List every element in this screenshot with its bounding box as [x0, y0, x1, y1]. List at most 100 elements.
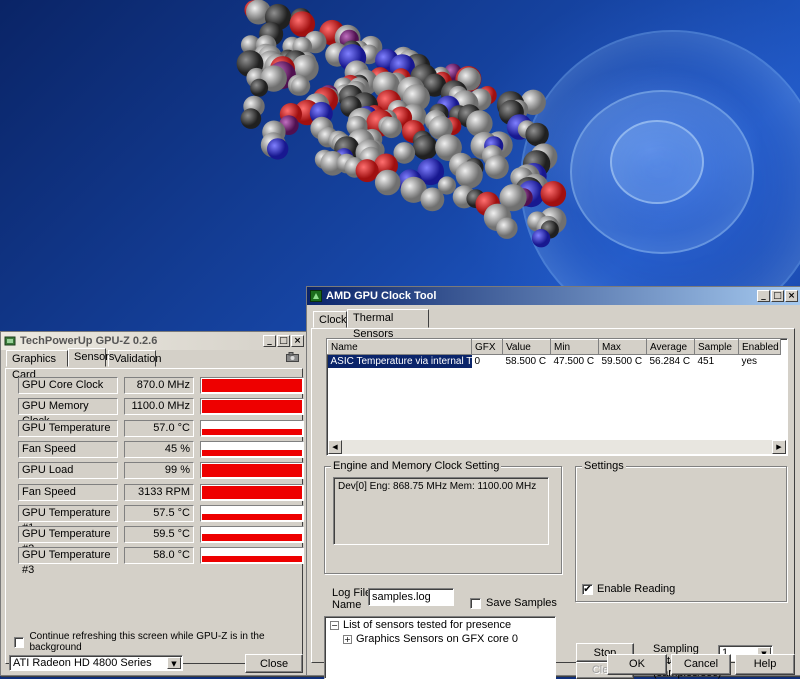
sensor-graph	[200, 483, 304, 501]
molecule-atom	[496, 217, 518, 239]
horizontal-scrollbar[interactable]: ◀ ▶	[328, 440, 786, 454]
gpuz-close-button[interactable]: Close	[245, 654, 303, 673]
expand-icon[interactable]: +	[343, 635, 352, 644]
table-cell	[503, 420, 551, 433]
enable-reading-label: Enable Reading	[597, 583, 676, 595]
tab-clock[interactable]: Clock	[313, 311, 347, 328]
sensor-row: GPU Load 99 %	[18, 462, 304, 480]
table-cell	[739, 381, 781, 394]
gpuz-tabbar: Graphics Card Sensors Validation	[6, 348, 302, 381]
molecule-atom	[540, 181, 567, 207]
log-file-value: samples.log	[372, 591, 431, 603]
sensor-row: Fan Speed 3133 RPM	[18, 483, 304, 501]
table-cell	[328, 368, 472, 381]
collapse-icon[interactable]: −	[330, 621, 339, 630]
table-row-empty	[328, 420, 781, 433]
column-header[interactable]: Name	[327, 339, 472, 355]
table-cell	[599, 368, 647, 381]
minimize-button[interactable]: _	[263, 335, 276, 347]
sensor-value: 57.5 °C	[124, 504, 194, 522]
table-cell	[647, 407, 695, 420]
save-samples-checkbox[interactable]	[470, 597, 481, 609]
gpuz-titlebar[interactable]: TechPowerUp GPU-Z 0.2.6 _ □ ×	[1, 332, 307, 350]
table-cell	[503, 394, 551, 407]
maximize-button[interactable]: □	[277, 335, 290, 347]
sensor-value: 58.0 °C	[124, 547, 194, 565]
molecule-atom	[525, 122, 549, 147]
table-cell	[328, 381, 472, 394]
molecule-atom	[380, 116, 402, 139]
camera-icon[interactable]	[286, 352, 299, 362]
log-file-input[interactable]: samples.log	[368, 588, 454, 606]
engine-clock-text: Dev[0] Eng: 868.75 MHz Mem: 1100.00 MHz	[338, 481, 537, 492]
column-header[interactable]: Sample	[694, 339, 739, 355]
amd-titlebar[interactable]: AMD GPU Clock Tool _ □ ×	[307, 287, 800, 305]
sensor-row: GPU Temperature #1 57.5 °C	[18, 504, 304, 534]
sensor-graph-fill	[202, 556, 302, 563]
gpuz-app-icon	[4, 335, 16, 347]
tab-sensors[interactable]: Sensors	[68, 348, 114, 367]
column-header[interactable]: Min	[550, 339, 599, 355]
enable-reading-option[interactable]: ✔ Enable Reading	[582, 583, 675, 595]
table-row-empty	[328, 368, 781, 381]
table-cell	[647, 381, 695, 394]
card-select-value: ATI Radeon HD 4800 Series	[13, 657, 152, 669]
column-header[interactable]: Max	[598, 339, 647, 355]
card-select[interactable]: ATI Radeon HD 4800 Series ▼	[9, 655, 183, 671]
tree-node-root[interactable]: − List of sensors tested for presence	[330, 619, 511, 631]
table-cell	[328, 407, 472, 420]
tab-thermal-sensors[interactable]: Thermal Sensors	[347, 309, 429, 340]
tree-node-child[interactable]: + Graphics Sensors on GFX core 0	[343, 633, 518, 645]
log-file-label: Log File Name	[332, 587, 372, 611]
close-window-button[interactable]: ×	[785, 290, 798, 302]
table-cell	[695, 368, 739, 381]
minimize-button[interactable]: _	[757, 290, 770, 302]
table-cell	[503, 381, 551, 394]
sensor-graph-fill	[202, 513, 302, 520]
table-cell	[503, 368, 551, 381]
chevron-down-icon[interactable]: ▼	[167, 657, 181, 669]
table-cell: 58.500 C	[505, 356, 547, 367]
ok-button[interactable]: OK	[607, 654, 667, 675]
cancel-button[interactable]: Cancel	[671, 654, 731, 675]
tree-child-label: Graphics Sensors on GFX core 0	[356, 633, 519, 645]
maximize-button[interactable]: □	[771, 290, 784, 302]
engine-clock-group: Engine and Memory Clock Setting Dev[0] E…	[324, 460, 562, 574]
scroll-right-icon[interactable]: ▶	[772, 440, 786, 454]
tab-graphics-card[interactable]: Graphics Card	[6, 350, 68, 381]
save-samples-option[interactable]: Save Samples	[470, 597, 557, 609]
refresh-option[interactable]: Continue refreshing this screen while GP…	[14, 631, 302, 653]
table-cell	[599, 394, 647, 407]
help-button[interactable]: Help	[735, 654, 795, 675]
sensor-name: GPU Temperature #2	[18, 526, 118, 555]
amd-title: AMD GPU Clock Tool	[326, 290, 437, 302]
molecule-atom	[531, 229, 551, 248]
table-row[interactable]: ASIC Temperature via internal TSS 0 58.500…	[327, 354, 781, 368]
tab-validation[interactable]: Validation	[108, 350, 162, 367]
enable-reading-checkbox[interactable]: ✔	[582, 583, 593, 595]
scroll-left-icon[interactable]: ◀	[328, 440, 342, 454]
sensor-value: 3133 RPM	[124, 483, 194, 501]
molecule-atom	[455, 161, 483, 189]
sensor-value: 870.0 MHz	[124, 377, 194, 394]
sensor-row: GPU Core Clock 870.0 MHz	[18, 377, 304, 394]
molecule-atom	[412, 135, 438, 160]
column-header[interactable]: GFX	[471, 339, 503, 355]
save-samples-label: Save Samples	[486, 597, 557, 609]
table-cell	[739, 407, 781, 420]
column-header[interactable]: Enabled	[738, 339, 781, 355]
sensor-row: Fan Speed 45 %	[18, 440, 304, 458]
column-header[interactable]: Value	[502, 339, 551, 355]
table-cell: 451	[697, 356, 715, 367]
sensor-name: GPU Temperature #3	[18, 547, 118, 576]
close-window-button[interactable]: ×	[291, 335, 304, 347]
sensor-tree[interactable]: − List of sensors tested for presence + Gr…	[324, 616, 556, 679]
sensor-graph	[200, 440, 304, 458]
sensor-value: 99 %	[124, 462, 194, 480]
sensor-row: GPU Temperature #2 59.5 °C	[18, 526, 304, 555]
sensors-panel: GPU Core Clock 870.0 MHz GPU Memory Clock 1…	[5, 368, 304, 664]
refresh-checkbox[interactable]	[14, 636, 25, 648]
sensor-graph-fill	[202, 464, 302, 478]
column-header[interactable]: Average	[646, 339, 695, 355]
sensor-table[interactable]: Name GFX Value Min Max Average Sample Enabled A…	[326, 338, 788, 456]
